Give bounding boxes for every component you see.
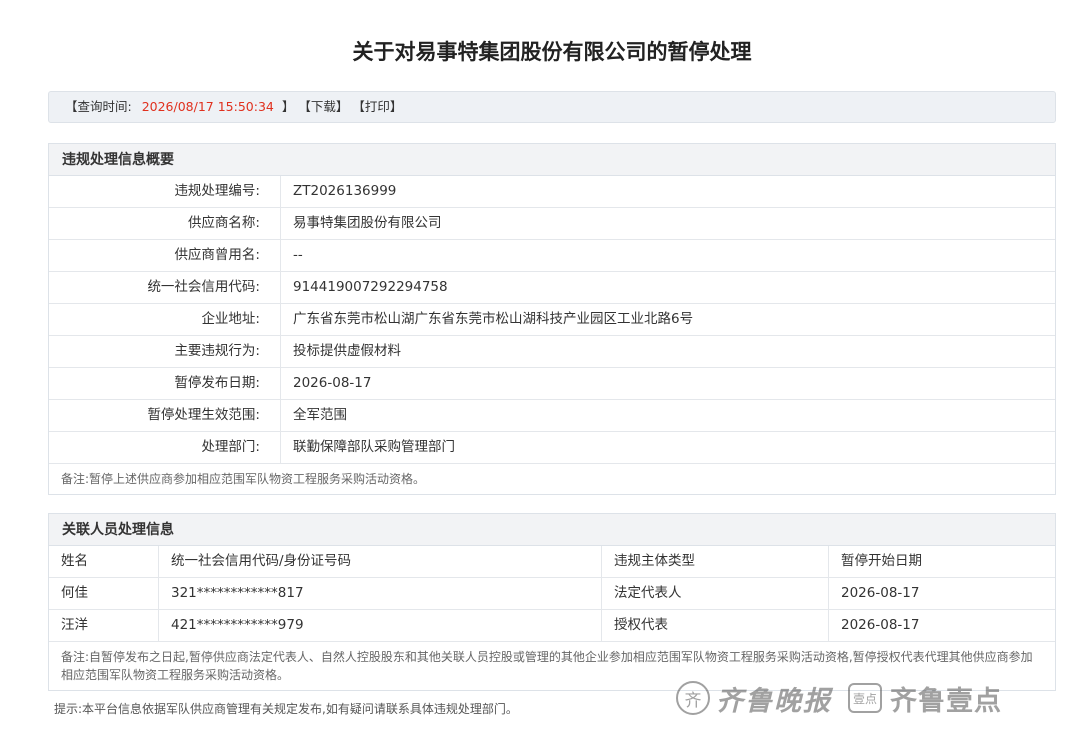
info-value: 联勤保障部队采购管理部门 xyxy=(293,439,455,455)
cell-date: 2026-08-17 xyxy=(841,585,920,601)
info-label: 统一社会信用代码: xyxy=(49,272,281,303)
info-label: 主要违规行为: xyxy=(49,336,281,367)
info-row: 违规处理编号: ZT2026136999 xyxy=(49,176,1055,208)
info-value: 914419007292294758 xyxy=(293,279,448,295)
info-row: 暂停处理生效范围: 全军范围 xyxy=(49,400,1055,432)
table-row: 何佳 321************817 法定代表人 2026-08-17 xyxy=(49,578,1055,610)
print-link[interactable]: 【打印】 xyxy=(352,99,402,114)
info-label: 企业地址: xyxy=(49,304,281,335)
table-row: 汪洋 421************979 授权代表 2026-08-17 xyxy=(49,610,1055,642)
watermark-text-qilu-evening: 齐鲁晚报 xyxy=(716,685,832,717)
info-label: 处理部门: xyxy=(49,432,281,463)
info-row: 主要违规行为: 投标提供虚假材料 xyxy=(49,336,1055,368)
info-row: 处理部门: 联勤保障部队采购管理部门 xyxy=(49,432,1055,464)
watermark-text-qilu-yidian: 齐鲁壹点 xyxy=(890,685,1002,717)
column-header-date: 暂停开始日期 xyxy=(841,553,922,569)
cell-type: 授权代表 xyxy=(602,610,829,641)
info-row: 供应商曾用名: -- xyxy=(49,240,1055,272)
info-label: 违规处理编号: xyxy=(49,176,281,207)
query-time-close: 】 xyxy=(281,99,295,114)
download-link[interactable]: 【下载】 xyxy=(298,99,348,114)
info-row: 统一社会信用代码: 914419007292294758 xyxy=(49,272,1055,304)
info-label: 暂停发布日期: xyxy=(49,368,281,399)
cell-id: 421************979 xyxy=(159,610,602,641)
info-row: 暂停发布日期: 2026-08-17 xyxy=(49,368,1055,400)
yidian-badge-icon: 壹点 xyxy=(848,683,882,713)
cell-name: 汪洋 xyxy=(49,610,159,641)
tip-text: 提示:本平台信息依据军队供应商管理有关规定发布,如有疑问请联系具体违规处理部门。 xyxy=(54,702,518,716)
column-header-name: 姓名 xyxy=(49,546,159,577)
cell-type: 法定代表人 xyxy=(602,578,829,609)
info-label: 供应商曾用名: xyxy=(49,240,281,271)
related-persons-header: 关联人员处理信息 xyxy=(49,514,1055,546)
qilu-logo-icon: 齐 xyxy=(676,681,710,715)
info-value: 2026-08-17 xyxy=(293,375,372,391)
violation-summary-panel: 违规处理信息概要 违规处理编号: ZT2026136999 供应商名称: 易事特集团股… xyxy=(48,143,1056,495)
info-label: 供应商名称: xyxy=(49,208,281,239)
info-label: 暂停处理生效范围: xyxy=(49,400,281,431)
info-value: 广东省东莞市松山湖广东省东莞市松山湖科技产业园区工业北路6号 xyxy=(293,311,694,327)
column-header-id: 统一社会信用代码/身份证号码 xyxy=(159,546,602,577)
column-header-type: 违规主体类型 xyxy=(602,546,829,577)
info-value: ZT2026136999 xyxy=(293,183,397,199)
info-value: 全军范围 xyxy=(293,407,347,423)
table-header-row: 姓名 统一社会信用代码/身份证号码 违规主体类型 暂停开始日期 xyxy=(49,546,1055,578)
cell-id: 321************817 xyxy=(159,578,602,609)
query-time-label: 【查询时间: xyxy=(65,99,132,114)
violation-summary-header: 违规处理信息概要 xyxy=(49,144,1055,176)
info-value: -- xyxy=(293,247,303,263)
info-value: 易事特集团股份有限公司 xyxy=(293,215,442,231)
cell-date: 2026-08-17 xyxy=(841,617,920,633)
query-time-value: 2026/08/17 15:50:34 xyxy=(141,99,274,114)
info-row: 供应商名称: 易事特集团股份有限公司 xyxy=(49,208,1055,240)
cell-name: 何佳 xyxy=(49,578,159,609)
page-title: 关于对易事特集团股份有限公司的暂停处理 xyxy=(352,40,752,64)
related-persons-panel: 关联人员处理信息 姓名 统一社会信用代码/身份证号码 违规主体类型 暂停开始日期… xyxy=(48,513,1056,691)
watermark-logo: 齐 齐鲁晚报 壹点 齐鲁壹点 xyxy=(676,678,1048,718)
info-row: 企业地址: 广东省东莞市松山湖广东省东莞市松山湖科技产业园区工业北路6号 xyxy=(49,304,1055,336)
query-bar: 【查询时间: 2026/08/17 15:50:34 】 【下载】 【打印】 xyxy=(48,91,1056,123)
violation-note: 备注:暂停上述供应商参加相应范围军队物资工程服务采购活动资格。 xyxy=(61,472,426,486)
info-value: 投标提供虚假材料 xyxy=(293,343,401,359)
